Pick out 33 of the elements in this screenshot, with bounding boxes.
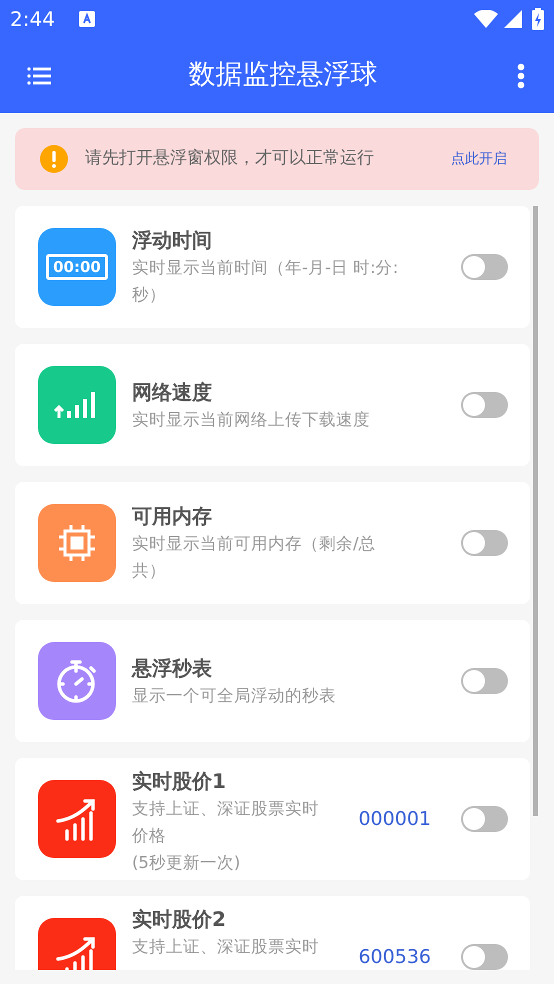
feature-description: 实时显示当前网络上传下载速度	[132, 408, 371, 430]
banner-message: 请先打开悬浮窗权限，才可以正常运行	[85, 147, 375, 170]
status-time: 2:44	[10, 6, 55, 33]
toggle-switch[interactable]	[461, 530, 508, 556]
battery-icon	[532, 8, 544, 30]
update-note: (5秒更新一次)	[132, 852, 242, 874]
stock-code[interactable]: 600536	[358, 942, 431, 970]
signal-icon	[504, 10, 522, 28]
feature-title: 实时股价1	[132, 768, 227, 795]
more-icon	[517, 62, 525, 88]
feature-description: 显示一个可全局浮动的秒表	[132, 684, 337, 706]
feature-description: 实时显示当前时间（年-月-日 时:分:秒）	[132, 257, 400, 306]
toggle-switch[interactable]	[461, 392, 508, 418]
toggle-switch[interactable]	[461, 668, 508, 694]
wifi-icon	[474, 10, 498, 28]
feature-title: 悬浮秒表	[132, 654, 213, 682]
feature-title: 实时股价2	[132, 906, 227, 933]
toggle-switch[interactable]	[461, 254, 508, 280]
notification-icon	[78, 11, 95, 27]
feature-title: 网络速度	[132, 378, 213, 406]
app-title: 数据监控悬浮球	[188, 58, 378, 92]
feature-description: 实时显示当前可用内存（剩余/总共）	[132, 533, 377, 582]
toggle-switch[interactable]	[461, 806, 508, 832]
feature-title: 浮动时间	[132, 227, 213, 254]
enable-link[interactable]: 点此开启	[451, 148, 507, 170]
warning-icon	[40, 145, 68, 173]
feature-description: 支持上证、深证股票实时价格	[132, 798, 320, 847]
stock-code[interactable]: 000001	[358, 804, 431, 834]
feature-title: 可用内存	[132, 503, 213, 530]
digital-clock-icon: 00:00	[38, 228, 116, 306]
feature-description: 支持上证、深证股票实时	[132, 936, 320, 958]
toggle-switch[interactable]	[461, 944, 508, 970]
menu-icon	[27, 66, 51, 86]
